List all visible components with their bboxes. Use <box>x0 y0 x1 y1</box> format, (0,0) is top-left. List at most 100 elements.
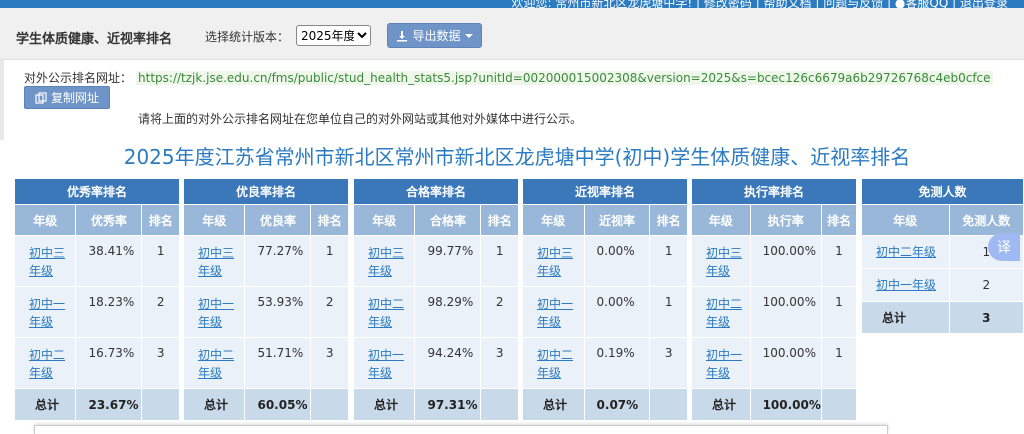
left-edge <box>0 60 4 140</box>
rank-value: 1 <box>820 235 858 287</box>
top-nav-bar: 欢迎您: 常州市新北区龙虎塘中学! | 修改密码 | 帮助文档 | 问题与反馈 … <box>0 0 1024 8</box>
public-url[interactable]: https://tzjk.jse.edu.cn/fms/public/stud_… <box>136 71 993 85</box>
link-qq[interactable]: 客服QQ <box>905 0 948 8</box>
public-url-row: 对外公示排名网址： https://tzjk.jse.edu.cn/fms/pub… <box>24 69 993 86</box>
grade-link[interactable]: 初中一年级 <box>368 346 404 382</box>
total-row: 总计 23.67% <box>13 388 180 421</box>
grade-link[interactable]: 初中一年级 <box>29 295 65 331</box>
table-row: 初中一 年级 100.00% 1 <box>691 337 858 389</box>
ranking-table: 执行率排名 年级 执行率 排名 初中三 年级 100.00% 1 初中二 年级 10… <box>691 178 858 421</box>
col-header-rate: 优秀率 <box>75 204 143 236</box>
col-header-rate: 近视率 <box>583 204 651 236</box>
ranking-table: 优良率排名 年级 优良率 排名 初中三 年级 77.27% 1 初中一 年级 53.… <box>182 178 349 421</box>
link-logout[interactable]: 退出登录 <box>960 0 1008 8</box>
table-row: 初中一年级 2 <box>861 268 1024 302</box>
rate-value: 99.77% <box>414 235 482 287</box>
grade-link[interactable]: 初中三 年级 <box>198 244 234 280</box>
table-row: 初中三 年级 100.00% 1 <box>691 235 858 287</box>
total-label: 总计 <box>522 388 585 421</box>
rank-value: 1 <box>820 286 858 338</box>
public-url-label: 对外公示排名网址： <box>24 71 133 85</box>
total-value: 100.00% <box>749 388 822 421</box>
copy-url-label: 复制网址 <box>50 91 99 105</box>
export-label: 导出数据 <box>412 29 461 43</box>
table-row: 初中二 年级 0.19% 3 <box>522 337 688 389</box>
link-feedback[interactable]: 问题与反馈 <box>823 0 883 8</box>
total-value: 97.31% <box>414 388 482 421</box>
rank-value: 1 <box>649 235 688 287</box>
total-row: 总计 60.05% <box>182 388 349 421</box>
table-row: 初中三 年级 0.00% 1 <box>522 235 688 287</box>
col-header-rate: 合格率 <box>414 204 482 236</box>
rank-value: 1 <box>310 235 349 287</box>
grade-link[interactable]: 初中一年级 <box>876 276 936 294</box>
grade-link[interactable]: 初中二年级 <box>198 346 234 382</box>
table-title: 优秀率排名 <box>14 178 180 205</box>
total-row: 总计 97.31% <box>352 388 519 421</box>
table-row: 初中二 年级 51.71% 3 <box>182 337 349 389</box>
grade-link[interactable]: 初中一年级 <box>198 295 234 331</box>
rank-value: 1 <box>649 286 688 338</box>
grade-link[interactable]: 初中一年级 <box>706 346 742 382</box>
total-rank <box>820 388 858 421</box>
rate-value: 100.00% <box>749 235 822 287</box>
col-header-rank: 排名 <box>141 204 180 236</box>
rank-value: 3 <box>649 337 688 389</box>
grade-link[interactable]: 初中三 年级 <box>368 244 404 280</box>
rank-value: 3 <box>310 337 349 389</box>
table-row: 初中一 年级 18.23% 2 <box>13 286 180 338</box>
rate-value: 100.00% <box>749 337 822 389</box>
download-icon <box>397 30 408 41</box>
total-value: 0.07% <box>583 388 651 421</box>
col-header-grade: 年级 <box>522 204 585 236</box>
rate-value: 94.24% <box>414 337 482 389</box>
copy-icon <box>35 91 47 104</box>
grade-link[interactable]: 初中二年级 <box>876 243 936 261</box>
rank-value: 3 <box>141 337 180 389</box>
total-label: 总计 <box>182 388 246 421</box>
total-rank <box>310 388 349 421</box>
total-label: 总计 <box>861 301 950 334</box>
grade-link[interactable]: 初中二年级 <box>706 295 742 331</box>
total-label: 总计 <box>691 388 751 421</box>
welcome-text: 欢迎您: 常州市新北区龙虎塘中学! <box>511 0 693 8</box>
copy-url-button[interactable]: 复制网址 <box>24 86 110 109</box>
link-help[interactable]: 帮助文档 <box>764 0 812 8</box>
version-label: 选择统计版本： <box>205 30 290 44</box>
rate-value: 0.00% <box>583 286 651 338</box>
rank-value: 1 <box>480 235 519 287</box>
total-label: 总计 <box>13 388 77 421</box>
ranking-table: 合格率排名 年级 合格率 排名 初中三 年级 99.77% 1 初中二 年级 98.… <box>352 178 519 421</box>
total-value: 23.67% <box>75 388 143 421</box>
table-row: 初中一 年级 0.00% 1 <box>522 286 688 338</box>
translate-button[interactable]: 译 <box>988 233 1020 261</box>
table-title: 近视率排名 <box>522 178 688 205</box>
grade-link[interactable]: 初中三 年级 <box>706 244 742 280</box>
col-header-grade: 年级 <box>182 204 246 236</box>
exempt-count: 2 <box>948 268 1024 302</box>
table-row: 初中二 年级 16.73% 3 <box>13 337 180 389</box>
rate-value: 98.29% <box>414 286 482 338</box>
rate-value: 0.00% <box>583 235 651 287</box>
table-title: 合格率排名 <box>353 178 519 205</box>
export-button[interactable]: 导出数据 <box>387 23 482 48</box>
grade-link[interactable]: 初中二年级 <box>368 295 404 331</box>
bottom-panel-edge <box>34 425 888 434</box>
col-header-grade: 年级 <box>352 204 416 236</box>
ranking-title: 2025年度江苏省常州市新北区常州市新北区龙虎塘中学(初中)学生体质健康、近视率… <box>123 145 911 169</box>
rate-value: 18.23% <box>75 286 143 338</box>
translate-label: 译 <box>997 240 1011 256</box>
total-row: 总计 3 <box>861 301 1024 334</box>
grade-link[interactable]: 初中二年级 <box>29 346 65 382</box>
table-row: 初中二 年级 100.00% 1 <box>691 286 858 338</box>
table-title: 优良率排名 <box>183 178 349 205</box>
grade-link[interactable]: 初中一年级 <box>537 295 573 331</box>
table-title: 执行率排名 <box>691 178 857 205</box>
grade-link[interactable]: 初中三 年级 <box>537 244 573 280</box>
link-change-password[interactable]: 修改密码 <box>704 0 752 8</box>
grade-link[interactable]: 初中二年级 <box>537 346 573 382</box>
table-row: 初中一 年级 94.24% 3 <box>352 337 519 389</box>
grade-link[interactable]: 初中三 年级 <box>29 244 65 280</box>
version-select[interactable]: 2025年度 <box>296 25 371 46</box>
table-row: 初中二 年级 98.29% 2 <box>352 286 519 338</box>
